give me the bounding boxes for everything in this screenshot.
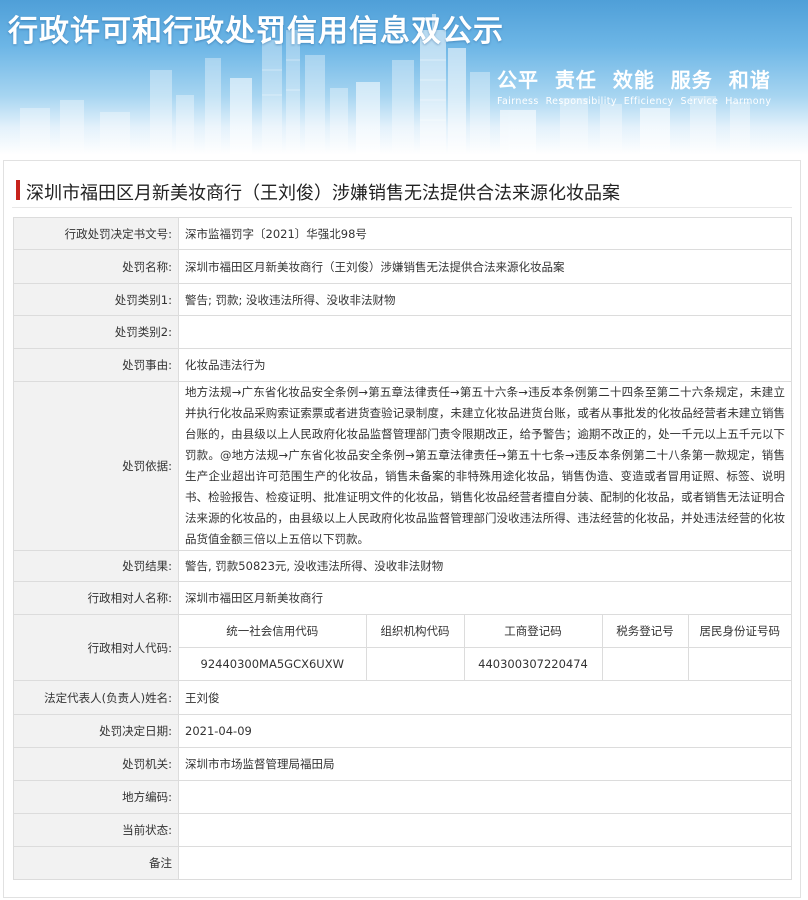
header-banner: 行政许可和行政处罚信用信息双公示 公平 责任 效能 服务 和谐 Fairness… xyxy=(0,0,808,155)
label-category2: 处罚类别2: xyxy=(13,315,179,349)
codes-cell: 统一社会信用代码 组织机构代码 工商登记码 税务登记号 居民身份证号码 9244… xyxy=(178,614,792,681)
label-remark: 备注 xyxy=(13,846,179,880)
codes-value-business-reg: 440300307220474 xyxy=(463,647,603,680)
codes-header: 统一社会信用代码 xyxy=(179,615,367,648)
label-category1: 处罚类别1: xyxy=(13,283,179,316)
value-result: 警告, 罚款50823元, 没收违法所得、没收非法财物 xyxy=(178,550,792,582)
case-title: 深圳市福田区月新美妆商行（王刘俊）涉嫌销售无法提供合法来源化妆品案 xyxy=(26,183,620,204)
codes-header: 工商登记码 xyxy=(463,615,603,648)
codes-value-org-code xyxy=(365,647,465,680)
case-info-table: 行政处罚决定书文号: 深市监福罚字〔2021〕华强北98号 处罚名称: 深圳市福… xyxy=(13,217,792,880)
row-remark: 备注 xyxy=(13,846,792,880)
value-local-code xyxy=(178,780,792,814)
label-local-code: 地方编码: xyxy=(13,780,179,814)
row-status: 当前状态: xyxy=(13,813,792,847)
label-decision-date: 处罚决定日期: xyxy=(13,714,179,748)
label-status: 当前状态: xyxy=(13,813,179,847)
label-penalty-name: 处罚名称: xyxy=(13,249,179,284)
value-authority: 深圳市市场监督管理局福田局 xyxy=(178,747,792,781)
label-result: 处罚结果: xyxy=(13,550,179,582)
value-remark xyxy=(178,846,792,880)
row-category1: 处罚类别1: 警告; 罚款; 没收违法所得、没收非法财物 xyxy=(13,283,792,316)
codes-header: 组织机构代码 xyxy=(365,615,465,648)
codes-header: 居民身份证号码 xyxy=(687,615,791,648)
row-decision-no: 行政处罚决定书文号: 深市监福罚字〔2021〕华强北98号 xyxy=(13,217,792,250)
row-counterparty: 行政相对人名称: 深圳市福田区月新美妆商行 xyxy=(13,581,792,615)
row-local-code: 地方编码: xyxy=(13,780,792,814)
banner-title: 行政许可和行政处罚信用信息双公示 xyxy=(8,14,504,49)
value-basis: 地方法规→广东省化妆品安全条例→第五章法律责任→第五十六条→违反本条例第二十四条… xyxy=(178,381,792,551)
value-category2 xyxy=(178,315,792,349)
codes-value-id-number xyxy=(687,647,791,680)
codes-value-tax-reg xyxy=(601,647,689,680)
slogan-english: Fairness Responsibility Efficiency Servi… xyxy=(497,96,772,107)
row-codes: 行政相对人代码: 统一社会信用代码 组织机构代码 工商登记码 税务登记号 居民身… xyxy=(13,614,792,681)
case-detail-panel: 深圳市福田区月新美妆商行（王刘俊）涉嫌销售无法提供合法来源化妆品案 行政处罚决定… xyxy=(3,160,801,898)
row-reason: 处罚事由: 化妆品违法行为 xyxy=(13,348,792,382)
label-codes: 行政相对人代码: xyxy=(13,614,179,681)
row-category2: 处罚类别2: xyxy=(13,315,792,349)
case-header: 深圳市福田区月新美妆商行（王刘俊）涉嫌销售无法提供合法来源化妆品案 xyxy=(12,173,792,208)
label-legal-rep: 法定代表人(负责人)姓名: xyxy=(13,680,179,715)
banner-slogan: 公平 责任 效能 服务 和谐 Fairness Responsibility E… xyxy=(497,64,771,107)
value-decision-date: 2021-04-09 xyxy=(178,714,792,748)
value-category1: 警告; 罚款; 没收违法所得、没收非法财物 xyxy=(178,283,792,316)
codes-header: 税务登记号 xyxy=(601,615,689,648)
label-reason: 处罚事由: xyxy=(13,348,179,382)
value-status xyxy=(178,813,792,847)
codes-value-credit-code: 92440300MA5GCX6UXW xyxy=(179,647,367,680)
value-counterparty: 深圳市福田区月新美妆商行 xyxy=(178,581,792,615)
label-decision-no: 行政处罚决定书文号: xyxy=(13,217,179,250)
codes-table: 统一社会信用代码 组织机构代码 工商登记码 税务登记号 居民身份证号码 9244… xyxy=(179,615,791,680)
label-authority: 处罚机关: xyxy=(13,747,179,781)
codes-value-row: 92440300MA5GCX6UXW 440300307220474 xyxy=(179,647,791,680)
codes-header-row: 统一社会信用代码 组织机构代码 工商登记码 税务登记号 居民身份证号码 xyxy=(179,615,791,648)
row-decision-date: 处罚决定日期: 2021-04-09 xyxy=(13,714,792,748)
row-authority: 处罚机关: 深圳市市场监督管理局福田局 xyxy=(13,747,792,781)
label-basis: 处罚依据: xyxy=(13,381,179,551)
value-reason: 化妆品违法行为 xyxy=(178,348,792,382)
row-result: 处罚结果: 警告, 罚款50823元, 没收违法所得、没收非法财物 xyxy=(13,550,792,582)
row-penalty-name: 处罚名称: 深圳市福田区月新美妆商行（王刘俊）涉嫌销售无法提供合法来源化妆品案 xyxy=(13,249,792,284)
slogan-chinese: 公平 责任 效能 服务 和谐 xyxy=(497,68,771,92)
label-counterparty: 行政相对人名称: xyxy=(13,581,179,615)
value-legal-rep: 王刘俊 xyxy=(178,680,792,715)
row-basis: 处罚依据: 地方法规→广东省化妆品安全条例→第五章法律责任→第五十六条→违反本条… xyxy=(13,381,792,551)
title-accent-bar xyxy=(16,180,20,200)
value-decision-no: 深市监福罚字〔2021〕华强北98号 xyxy=(178,217,792,250)
row-legal-rep: 法定代表人(负责人)姓名: 王刘俊 xyxy=(13,680,792,715)
value-penalty-name: 深圳市福田区月新美妆商行（王刘俊）涉嫌销售无法提供合法来源化妆品案 xyxy=(178,249,792,284)
